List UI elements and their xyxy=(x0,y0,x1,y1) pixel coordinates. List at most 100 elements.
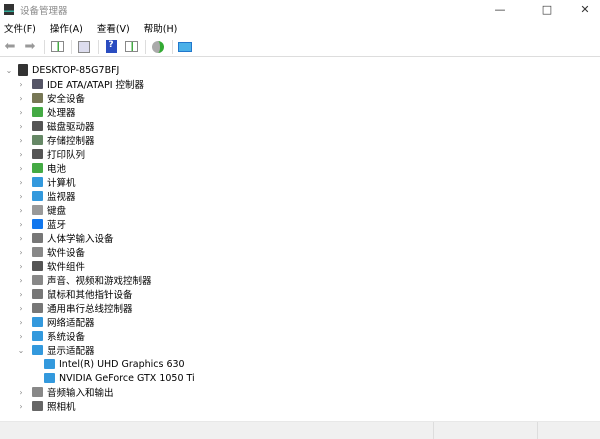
chevron-right-icon[interactable]: › xyxy=(16,122,26,131)
tree-category[interactable]: › 网络适配器 xyxy=(16,315,95,329)
computer-icon xyxy=(18,64,28,76)
tree-category[interactable]: › 系统设备 xyxy=(16,329,85,343)
category-label: 计算机 xyxy=(47,178,76,189)
device-category-icon xyxy=(32,289,43,299)
help-icon[interactable]: ? xyxy=(102,39,120,55)
chevron-right-icon[interactable]: › xyxy=(16,220,26,229)
menu-help[interactable]: 帮助(H) xyxy=(144,21,178,35)
device-category-icon xyxy=(32,205,43,215)
toolbar: ⬅ ➡ ? xyxy=(0,37,600,57)
device-category-icon xyxy=(32,135,43,145)
close-button[interactable]: ✕ xyxy=(570,0,600,19)
category-label: 音频输入和输出 xyxy=(47,388,114,399)
status-bar xyxy=(0,421,600,439)
tree-category[interactable]: › 存储控制器 xyxy=(16,133,95,147)
tree-category[interactable]: › 电池 xyxy=(16,161,66,175)
device-category-icon xyxy=(32,149,43,159)
tree-category[interactable]: › 打印队列 xyxy=(16,147,85,161)
chevron-right-icon[interactable]: › xyxy=(16,304,26,313)
category-label: 处理器 xyxy=(47,108,76,119)
device-tree: ⌄ DESKTOP-85G7BFJ › IDE ATA/ATAPI 控制器 › 安全设… xyxy=(0,57,600,417)
tree-category[interactable]: › 软件组件 xyxy=(16,259,85,273)
back-icon[interactable]: ⬅ xyxy=(1,39,19,55)
display-adapter-icon xyxy=(44,373,55,383)
window-title: 设备管理器 xyxy=(20,5,68,17)
tree-category[interactable]: › 安全设备 xyxy=(16,91,85,105)
menu-view[interactable]: 查看(V) xyxy=(97,21,130,35)
chevron-right-icon[interactable]: › xyxy=(16,150,26,159)
tree-category[interactable]: ⌄ 显示适配器 xyxy=(16,343,95,357)
chevron-right-icon[interactable]: › xyxy=(16,136,26,145)
chevron-right-icon[interactable]: › xyxy=(16,290,26,299)
forward-icon[interactable]: ➡ xyxy=(21,39,39,55)
chevron-right-icon[interactable]: › xyxy=(16,192,26,201)
device-category-icon xyxy=(32,303,43,313)
chevron-right-icon[interactable]: › xyxy=(16,248,26,257)
device-label: NVIDIA GeForce GTX 1050 Ti xyxy=(59,372,195,384)
category-label: 安全设备 xyxy=(47,94,86,105)
show-hidden-icon[interactable] xyxy=(122,39,140,55)
properties-icon[interactable] xyxy=(48,39,66,55)
device-category-icon xyxy=(32,177,43,187)
menu-file[interactable]: 文件(F) xyxy=(4,21,36,35)
chevron-down-icon[interactable]: ⌄ xyxy=(4,66,14,75)
minimize-button[interactable]: — xyxy=(485,0,515,19)
chevron-right-icon[interactable]: › xyxy=(16,164,26,173)
monitor-icon[interactable] xyxy=(176,39,194,55)
tree-device[interactable]: NVIDIA GeForce GTX 1050 Ti xyxy=(38,371,195,385)
chevron-down-icon[interactable]: ⌄ xyxy=(16,346,26,355)
chevron-right-icon[interactable]: › xyxy=(16,108,26,117)
maximize-button[interactable]: □ xyxy=(532,0,562,19)
chevron-right-icon[interactable]: › xyxy=(16,318,26,327)
chevron-right-icon[interactable]: › xyxy=(16,276,26,285)
update-list-icon[interactable] xyxy=(75,39,93,55)
device-category-icon xyxy=(32,275,43,285)
tree-category[interactable]: › 鼠标和其他指针设备 xyxy=(16,287,133,301)
tree-category[interactable]: › 人体学输入设备 xyxy=(16,231,114,245)
category-label: 显示适配器 xyxy=(47,346,95,357)
tree-category[interactable]: › 照相机 xyxy=(16,399,76,413)
tree-device[interactable]: Intel(R) UHD Graphics 630 xyxy=(38,357,185,371)
chevron-right-icon[interactable]: › xyxy=(16,262,26,271)
chevron-right-icon[interactable]: › xyxy=(16,388,26,397)
device-category-icon xyxy=(32,121,43,131)
tree-category[interactable]: › 软件设备 xyxy=(16,245,85,259)
device-category-icon xyxy=(32,247,43,257)
tree-category[interactable]: › 键盘 xyxy=(16,203,66,217)
tree-category[interactable]: › 声音、视频和游戏控制器 xyxy=(16,273,152,287)
chevron-right-icon[interactable]: › xyxy=(16,402,26,411)
menu-action[interactable]: 操作(A) xyxy=(50,21,83,35)
category-label: 磁盘驱动器 xyxy=(47,122,95,133)
chevron-right-icon[interactable]: › xyxy=(16,234,26,243)
device-category-icon xyxy=(32,219,43,229)
device-category-icon xyxy=(32,107,43,117)
category-label: 电池 xyxy=(47,164,67,175)
chevron-right-icon[interactable]: › xyxy=(16,332,26,341)
device-category-icon xyxy=(32,79,43,89)
device-category-icon xyxy=(32,93,43,103)
tree-category[interactable]: › 磁盘驱动器 xyxy=(16,119,95,133)
category-label: 鼠标和其他指针设备 xyxy=(47,290,133,301)
tree-category[interactable]: › 蓝牙 xyxy=(16,217,66,231)
tree-category[interactable]: › 音频输入和输出 xyxy=(16,385,114,399)
tree-root[interactable]: ⌄ DESKTOP-85G7BFJ xyxy=(4,63,119,77)
scan-hardware-icon[interactable] xyxy=(149,39,167,55)
category-label: 打印队列 xyxy=(47,150,86,161)
category-label: 软件设备 xyxy=(47,248,86,259)
tree-category[interactable]: › 计算机 xyxy=(16,175,76,189)
tree-category[interactable]: › 通用串行总线控制器 xyxy=(16,301,133,315)
chevron-right-icon[interactable]: › xyxy=(16,206,26,215)
tree-category[interactable]: › IDE ATA/ATAPI 控制器 xyxy=(16,77,144,91)
tree-category[interactable]: › 监视器 xyxy=(16,189,76,203)
category-label: 通用串行总线控制器 xyxy=(47,304,133,315)
device-category-icon xyxy=(32,261,43,271)
title-bar: 设备管理器 — □ ✕ xyxy=(0,0,600,19)
chevron-right-icon[interactable]: › xyxy=(16,178,26,187)
chevron-right-icon[interactable]: › xyxy=(16,80,26,89)
tree-category[interactable]: › 处理器 xyxy=(16,105,76,119)
category-label: 键盘 xyxy=(47,206,67,217)
display-adapter-icon xyxy=(44,359,55,369)
chevron-right-icon[interactable]: › xyxy=(16,94,26,103)
category-label: 人体学输入设备 xyxy=(47,234,114,245)
category-label: 存储控制器 xyxy=(47,136,95,147)
